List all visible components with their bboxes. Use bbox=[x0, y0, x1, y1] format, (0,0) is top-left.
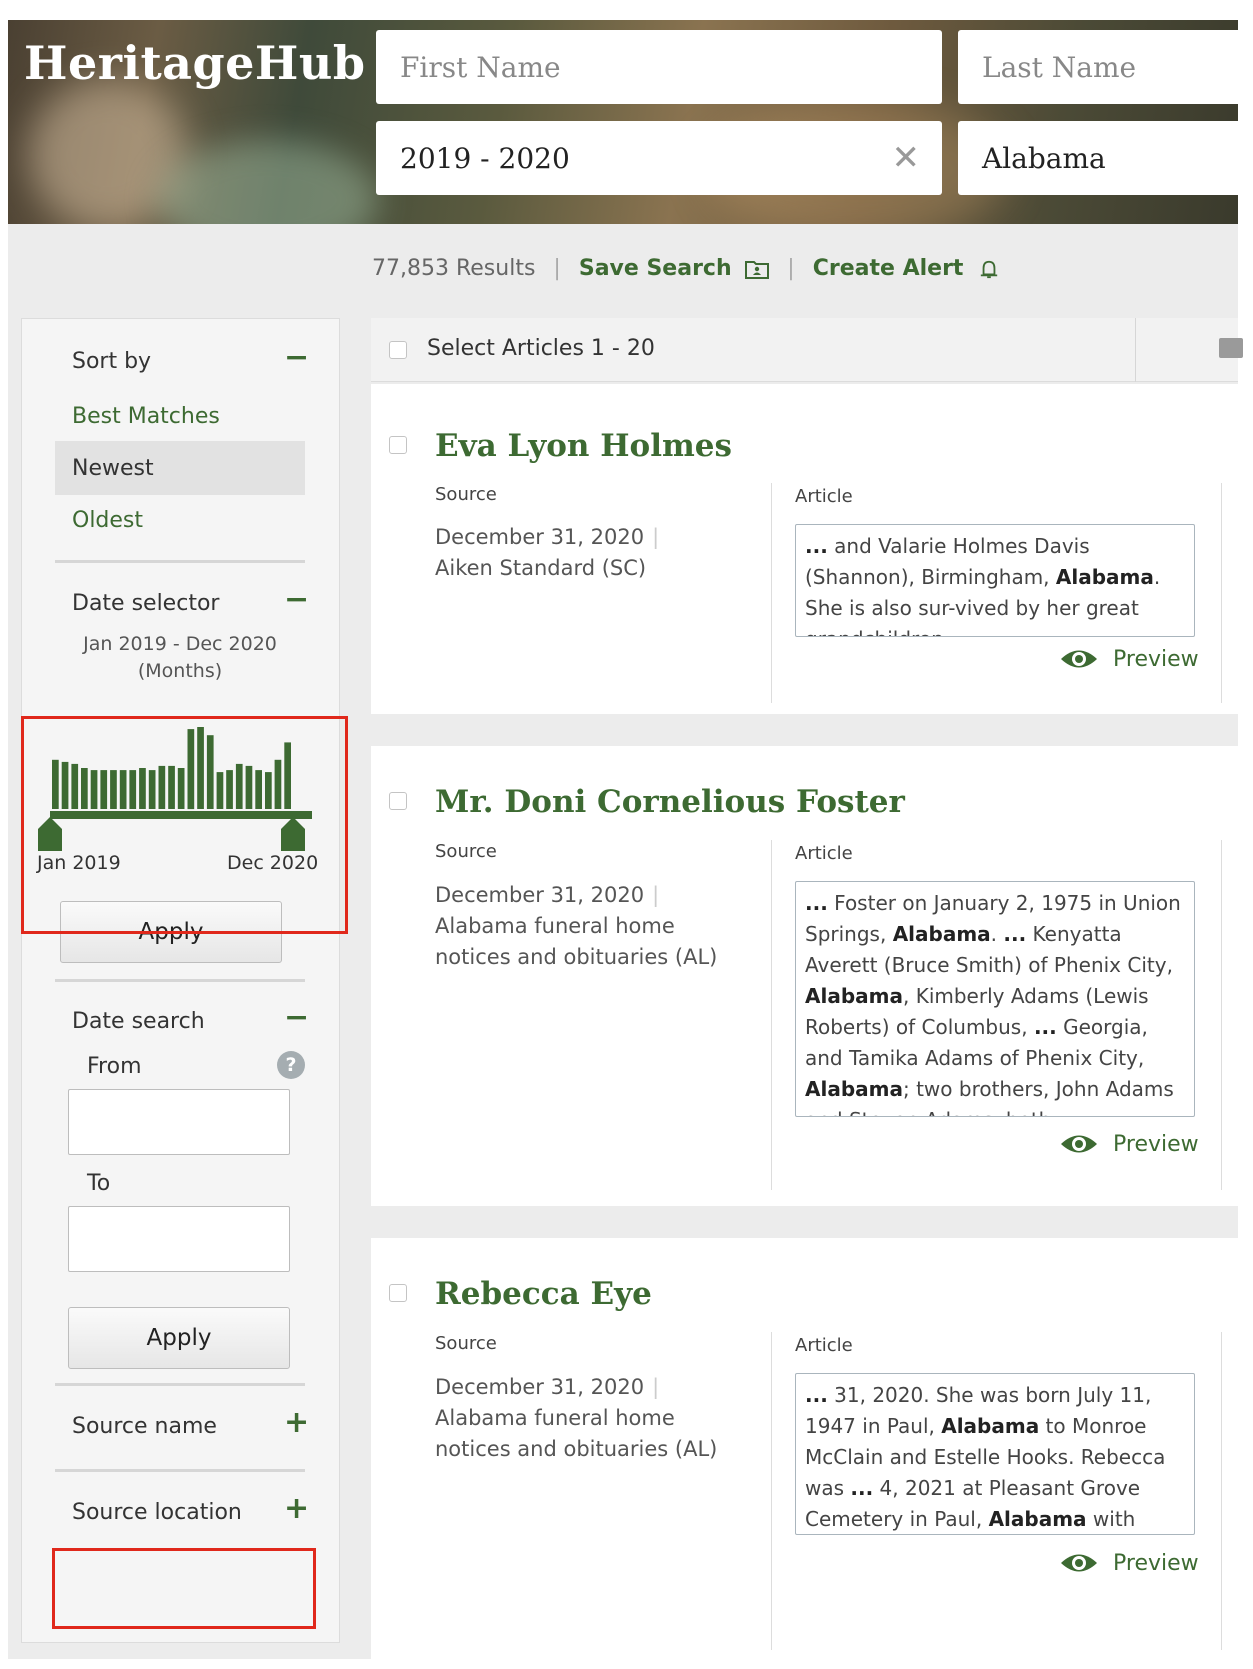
column-divider bbox=[771, 483, 772, 703]
date-range-input[interactable]: 2019 - 2020 ✕ bbox=[376, 121, 942, 195]
help-icon[interactable]: ? bbox=[277, 1051, 305, 1079]
article-excerpt: ... and Valarie Holmes Davis (Shannon), … bbox=[795, 524, 1195, 637]
source-name-heading[interactable]: Source name bbox=[72, 1414, 217, 1439]
to-date-input[interactable] bbox=[68, 1206, 290, 1272]
result-date: December 31, 2020 bbox=[435, 525, 645, 549]
result-source-name: Alabama funeral home notices and obituar… bbox=[435, 1406, 718, 1461]
result-date: December 31, 2020 bbox=[435, 1375, 645, 1399]
preview-label: Preview bbox=[1113, 646, 1199, 672]
preview-button[interactable]: Preview bbox=[1059, 646, 1199, 672]
source-location-expand-toggle[interactable]: + bbox=[284, 1494, 309, 1524]
result-title[interactable]: Rebecca Eye bbox=[435, 1276, 652, 1312]
site-logo[interactable]: HeritageHub bbox=[24, 36, 366, 90]
location-input[interactable]: Alabama bbox=[958, 121, 1238, 195]
search-header: HeritageHub First Name Last Name 2019 - … bbox=[8, 20, 1238, 224]
clear-icon[interactable]: ✕ bbox=[892, 138, 921, 178]
result-card: Eva Lyon Holmes Source December 31, 2020… bbox=[371, 384, 1238, 714]
section-divider bbox=[55, 979, 305, 982]
result-source: December 31, 2020 | Alabama funeral home … bbox=[435, 880, 735, 973]
date-search-collapse-toggle[interactable]: − bbox=[284, 1003, 309, 1033]
source-location-highlight bbox=[52, 1548, 316, 1629]
section-divider bbox=[55, 1383, 305, 1386]
eye-icon bbox=[1061, 650, 1097, 668]
column-divider bbox=[1221, 1332, 1222, 1650]
article-excerpt: ... 31, 2020. She was born July 11, 1947… bbox=[795, 1373, 1195, 1535]
bell-icon bbox=[980, 260, 998, 279]
result-source-name: Aiken Standard (SC) bbox=[435, 556, 647, 580]
result-card: Mr. Doni Cornelious Foster Source Decemb… bbox=[371, 746, 1238, 1206]
toolbar-separator: | bbox=[553, 256, 561, 281]
first-name-input[interactable]: First Name bbox=[376, 30, 942, 104]
column-divider bbox=[771, 1332, 772, 1650]
toolbar-divider bbox=[1135, 318, 1136, 382]
header-background-photo-shade bbox=[158, 140, 378, 224]
create-alert-label: Create Alert bbox=[812, 256, 964, 281]
results-toolbar: 77,853 Results | Save Search | Create Al… bbox=[372, 256, 1001, 281]
eye-icon bbox=[1061, 1554, 1097, 1572]
save-search-link[interactable]: Save Search bbox=[578, 256, 770, 281]
last-name-input[interactable]: Last Name bbox=[958, 30, 1238, 104]
select-articles-bar: Select Articles 1 - 20 bbox=[371, 318, 1243, 382]
eye-icon bbox=[1061, 1135, 1097, 1153]
result-source: December 31, 2020 | Aiken Standard (SC) bbox=[435, 522, 735, 584]
date-search-apply-button[interactable]: Apply bbox=[68, 1307, 290, 1369]
column-divider bbox=[1221, 840, 1222, 1190]
save-search-label: Save Search bbox=[578, 256, 732, 281]
mail-icon[interactable] bbox=[1219, 338, 1243, 358]
date-range-value: 2019 - 2020 bbox=[400, 141, 570, 175]
source-label: Source bbox=[435, 484, 497, 505]
result-title[interactable]: Mr. Doni Cornelious Foster bbox=[435, 784, 905, 820]
results-count: 77,853 Results bbox=[372, 256, 536, 281]
from-label: From bbox=[87, 1054, 142, 1079]
source-location-heading[interactable]: Source location bbox=[72, 1500, 242, 1525]
preview-label: Preview bbox=[1113, 1550, 1199, 1576]
preview-button[interactable]: Preview bbox=[1059, 1131, 1199, 1157]
column-divider bbox=[1221, 483, 1222, 703]
result-source: December 31, 2020 | Alabama funeral home … bbox=[435, 1372, 735, 1465]
column-divider bbox=[771, 840, 772, 1190]
result-title[interactable]: Eva Lyon Holmes bbox=[435, 428, 732, 464]
result-checkbox[interactable] bbox=[389, 436, 407, 454]
result-checkbox[interactable] bbox=[389, 792, 407, 810]
article-label: Article bbox=[795, 1335, 853, 1356]
date-histogram-highlight bbox=[21, 716, 348, 934]
source-name-expand-toggle[interactable]: + bbox=[284, 1408, 309, 1438]
toolbar-separator: | bbox=[787, 256, 795, 281]
folder-icon bbox=[745, 261, 770, 279]
preview-label: Preview bbox=[1113, 1131, 1199, 1157]
result-date: December 31, 2020 bbox=[435, 883, 645, 907]
select-articles-label: Select Articles 1 - 20 bbox=[427, 336, 655, 361]
article-label: Article bbox=[795, 486, 853, 507]
source-label: Source bbox=[435, 841, 497, 862]
from-date-input[interactable] bbox=[68, 1089, 290, 1155]
source-label: Source bbox=[435, 1333, 497, 1354]
result-source-name: Alabama funeral home notices and obituar… bbox=[435, 914, 718, 969]
date-search-heading: Date search bbox=[72, 1009, 205, 1034]
preview-button[interactable]: Preview bbox=[1059, 1550, 1199, 1576]
result-checkbox[interactable] bbox=[389, 1284, 407, 1302]
results-list: Select Articles 1 - 20 Eva Lyon Holmes S… bbox=[371, 318, 1243, 1659]
result-card: Rebecca Eye Source December 31, 2020 | Al… bbox=[371, 1238, 1238, 1659]
create-alert-link[interactable]: Create Alert bbox=[813, 256, 1001, 281]
select-all-checkbox[interactable] bbox=[389, 341, 407, 359]
article-excerpt: ... Foster on January 2, 1975 in Union S… bbox=[795, 881, 1195, 1117]
article-label: Article bbox=[795, 843, 853, 864]
section-divider bbox=[55, 1469, 305, 1472]
filter-sidebar: Sort by − Best Matches Newest Oldest Dat… bbox=[21, 318, 340, 1643]
to-label: To bbox=[87, 1171, 111, 1196]
